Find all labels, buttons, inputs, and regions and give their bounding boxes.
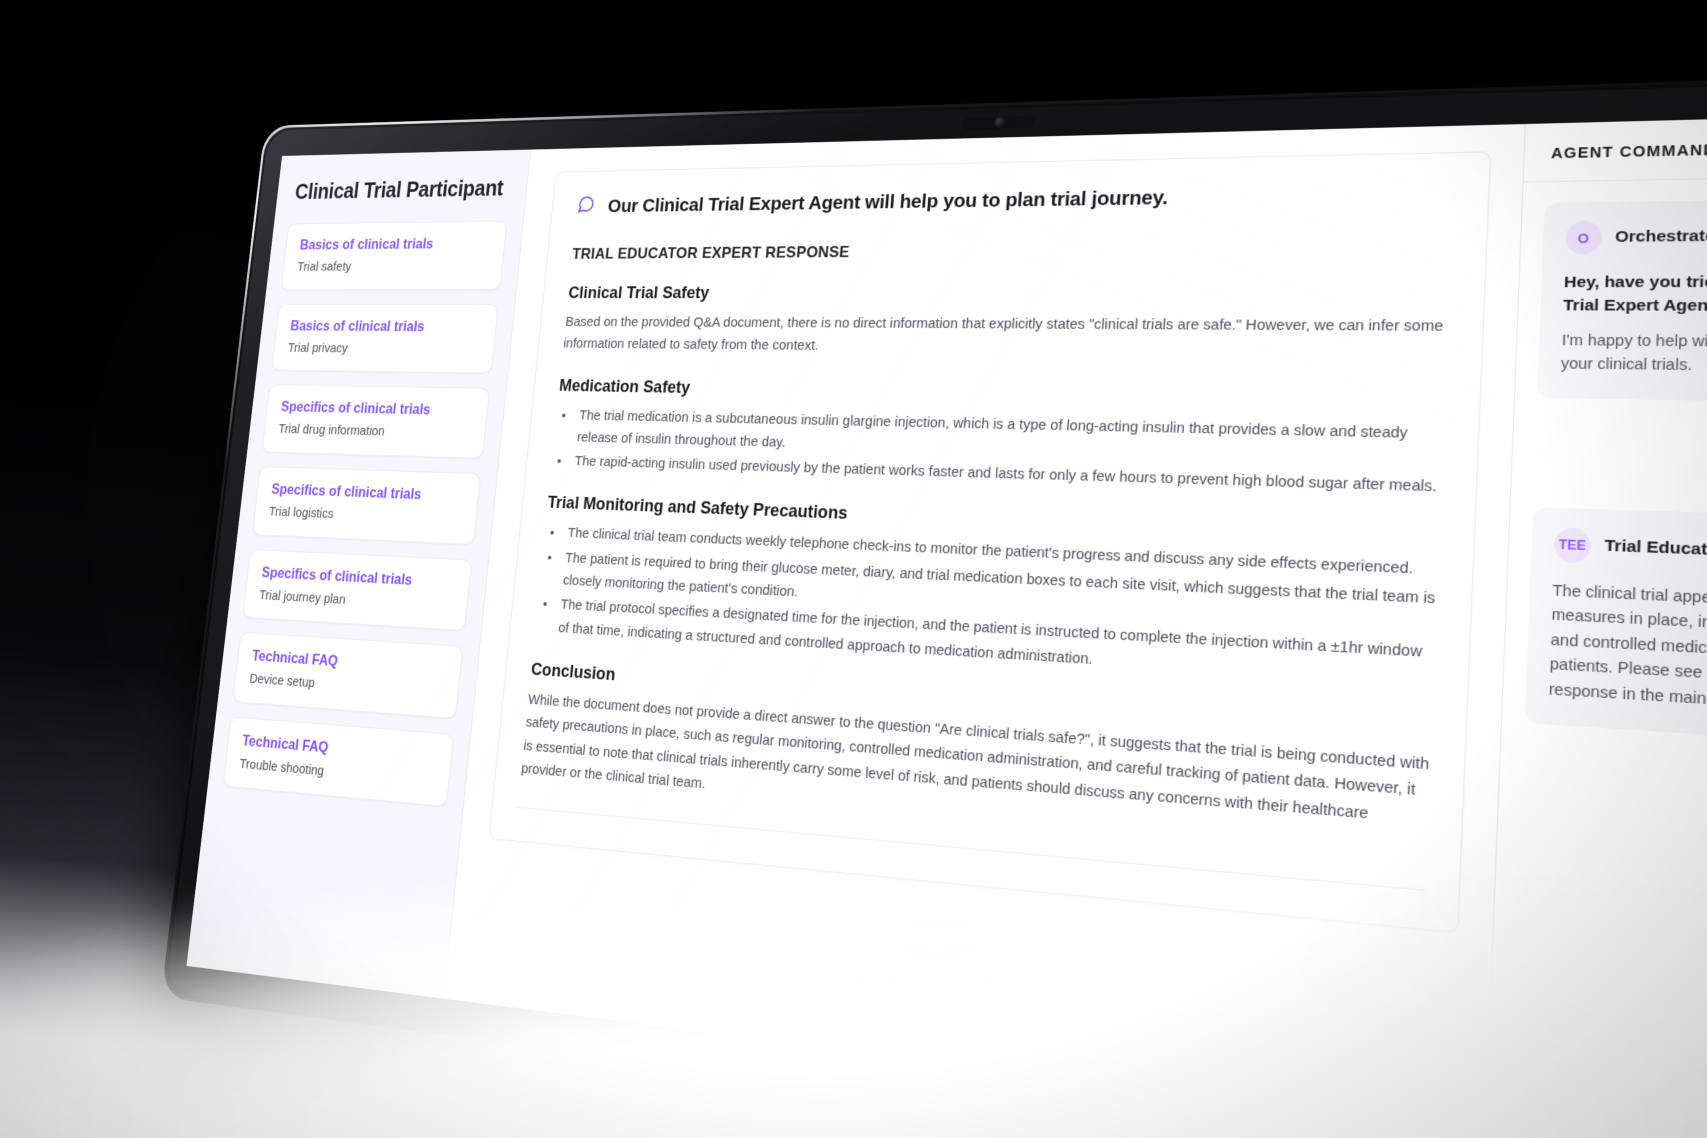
laptop-lid: Clinical Trial Participant Basics of cli… bbox=[160, 72, 1707, 1138]
message-body: I'm happy to help with any questions on … bbox=[1560, 332, 1707, 375]
message-header: TEE Trial Educator Expert bbox=[1553, 527, 1707, 575]
avatar: TEE bbox=[1553, 527, 1592, 564]
page-title: Clinical Trial Participant bbox=[293, 176, 505, 205]
chat-bubble-icon bbox=[576, 195, 596, 219]
sidebar-item-trial-drug-information[interactable]: Specifics of clinical trials Trial drug … bbox=[261, 384, 490, 459]
main-content: Our Clinical Trial Expert Agent will hel… bbox=[444, 124, 1525, 1131]
main-header: Our Clinical Trial Expert Agent will hel… bbox=[576, 180, 1457, 219]
message-author: Orchestrator bbox=[1614, 227, 1707, 246]
agent-message-list: O Orchestrator Hey, have you tried our n… bbox=[1500, 176, 1707, 799]
agent-message-trial-educator-expert[interactable]: TEE Trial Educator Expert The clinical t… bbox=[1524, 506, 1707, 748]
message-author: Trial Educator Expert bbox=[1604, 536, 1707, 562]
sidebar-item-label: Trial privacy bbox=[287, 340, 349, 356]
sidebar-item-label: Device setup bbox=[248, 671, 316, 692]
photo-scene: Clinical Trial Participant Basics of cli… bbox=[0, 0, 1707, 1138]
section-paragraph-conclusion: While the document does not provide a di… bbox=[520, 691, 1430, 823]
sidebar-item-label: Trial logistics bbox=[268, 504, 335, 522]
message-headline: Hey, have you tried our new Clinical Tri… bbox=[1562, 273, 1707, 316]
response-card: Our Clinical Trial Expert Agent will hel… bbox=[488, 151, 1492, 934]
sidebar-item-trial-logistics[interactable]: Specifics of clinical trials Trial logis… bbox=[252, 466, 482, 545]
main-header-title: Our Clinical Trial Expert Agent will hel… bbox=[606, 186, 1169, 217]
message-body: The clinical trial appears to have safet… bbox=[1548, 582, 1707, 711]
app-screen: Clinical Trial Participant Basics of cli… bbox=[186, 113, 1707, 1138]
sidebar-item-device-setup[interactable]: Technical FAQ Device setup bbox=[232, 631, 464, 719]
sidebar-item-category: Specifics of clinical trials bbox=[280, 399, 432, 419]
section-heading-medication-safety: Medication Safety bbox=[558, 375, 692, 397]
content-divider bbox=[517, 807, 1426, 892]
laptop-bezel: Clinical Trial Participant Basics of cli… bbox=[163, 75, 1707, 1138]
sidebar-item-label: Trial journey plan bbox=[258, 587, 347, 608]
sidebar-item-category: Basics of clinical trials bbox=[299, 236, 435, 253]
agent-command-panel: AGENT COMMAND O Orchestrator Hey, have y… bbox=[1484, 113, 1707, 1138]
sidebar-item-category: Basics of clinical trials bbox=[289, 318, 426, 335]
response-label: TRIAL EDUCATOR EXPERT RESPONSE bbox=[571, 243, 851, 263]
section-paragraph-clinical-trial-safety: Based on the provided Q&A document, ther… bbox=[562, 314, 1444, 354]
section-bullets-trial-monitoring: The clinical trial team conducts weekly … bbox=[552, 523, 1439, 693]
sidebar-item-category: Specifics of clinical trials bbox=[260, 564, 413, 589]
section-heading-clinical-trial-safety: Clinical Trial Safety bbox=[567, 282, 711, 302]
sidebar-item-trial-journey-plan[interactable]: Specifics of clinical trials Trial journ… bbox=[242, 548, 473, 632]
sidebar-item-trial-safety[interactable]: Basics of clinical trials Trial safety bbox=[280, 220, 508, 290]
laptop-device: Clinical Trial Participant Basics of cli… bbox=[160, 72, 1707, 1138]
agent-command-title: AGENT COMMAND bbox=[1523, 113, 1707, 183]
avatar: O bbox=[1565, 220, 1603, 255]
sidebar-item-category: Specifics of clinical trials bbox=[270, 481, 423, 503]
agent-message-orchestrator[interactable]: O Orchestrator Hey, have you tried our n… bbox=[1537, 197, 1707, 404]
sidebar-item-label: Trial safety bbox=[296, 259, 353, 275]
sidebar-item-trouble-shooting[interactable]: Technical FAQ Trouble shooting bbox=[222, 716, 455, 808]
sidebar-item-label: Trial drug information bbox=[277, 421, 386, 440]
section-bullets-medication-safety: The trial medication is a subcutaneous i… bbox=[569, 404, 1446, 500]
laptop-stage: Clinical Trial Participant Basics of cli… bbox=[0, 0, 1707, 1138]
message-header: O Orchestrator bbox=[1565, 218, 1707, 255]
sidebar-item-trial-privacy[interactable]: Basics of clinical trials Trial privacy bbox=[271, 303, 499, 374]
